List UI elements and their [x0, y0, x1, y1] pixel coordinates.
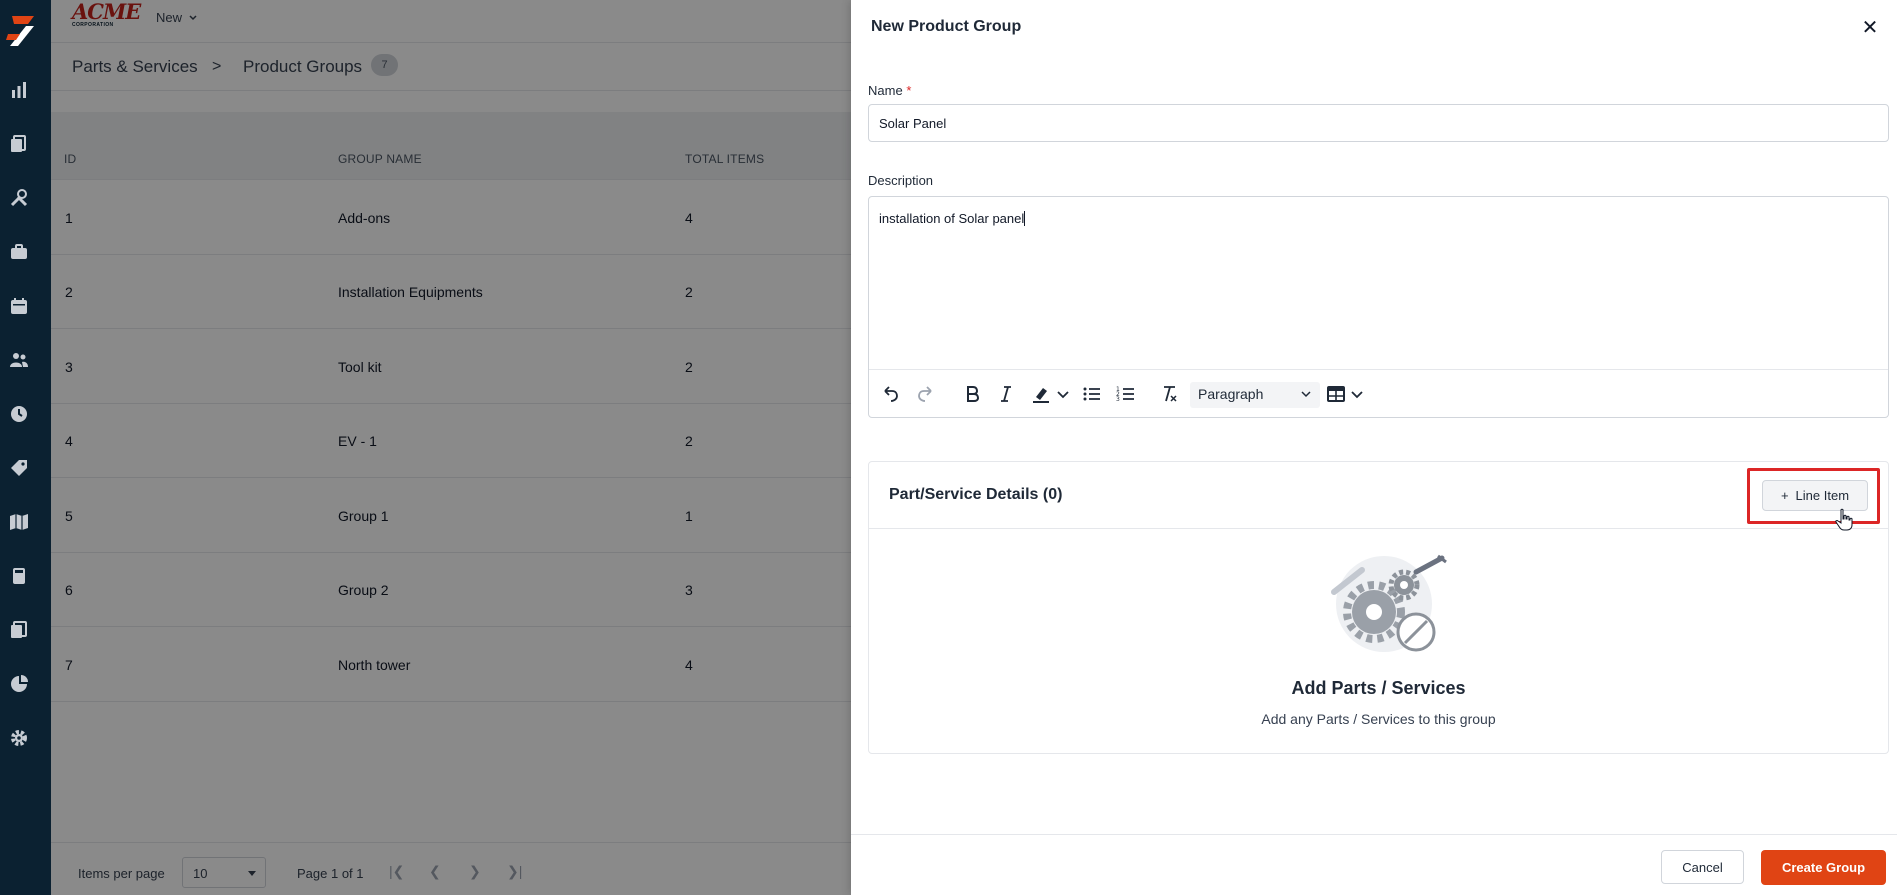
highlight-icon[interactable]: [1031, 383, 1051, 405]
editor-toolbar: 123 Paragraph: [869, 371, 1888, 418]
left-nav-rail: [0, 0, 51, 895]
details-header: Part/Service Details (0) + Line Item: [869, 462, 1888, 531]
required-mark: *: [906, 83, 912, 98]
chevron-down-icon: [1301, 391, 1311, 398]
redo-icon[interactable]: [916, 383, 936, 405]
tag-icon[interactable]: [9, 458, 29, 478]
add-line-item-button[interactable]: + Line Item: [1762, 480, 1868, 511]
reports-icon[interactable]: [9, 620, 29, 640]
documents-icon[interactable]: [9, 134, 29, 154]
block-format-select[interactable]: Paragraph: [1190, 382, 1320, 408]
calendar-icon[interactable]: [9, 296, 29, 316]
parts-services-illustration-icon: [1331, 554, 1447, 652]
briefcase-icon[interactable]: [9, 242, 29, 262]
description-textarea[interactable]: installation of Solar panel: [869, 197, 1888, 370]
new-product-group-drawer: New Product Group ✕ Name * Description i…: [851, 0, 1897, 895]
details-title: Part/Service Details (0): [889, 486, 1063, 503]
highlight-chevron-down-icon[interactable]: [1053, 383, 1073, 405]
settings-icon[interactable]: [9, 728, 29, 748]
modal-overlay[interactable]: [51, 0, 902, 895]
description-text: installation of Solar panel: [879, 211, 1025, 226]
pie-chart-icon[interactable]: [9, 674, 29, 694]
name-label: Name *: [868, 83, 911, 98]
svg-text:3: 3: [1116, 396, 1120, 403]
logo-icon[interactable]: [4, 12, 38, 48]
map-icon[interactable]: [9, 512, 29, 532]
table-chevron-down-icon[interactable]: [1347, 383, 1367, 405]
italic-icon[interactable]: [996, 383, 1016, 405]
undo-icon[interactable]: [880, 383, 900, 405]
clear-formatting-icon[interactable]: [1159, 383, 1179, 405]
line-item-label: Line Item: [1795, 488, 1850, 503]
hand-pointer-cursor-icon: [1835, 508, 1853, 531]
create-group-button[interactable]: Create Group: [1761, 850, 1886, 885]
text-caret: [1024, 211, 1026, 226]
drawer-footer: Cancel Create Group: [851, 834, 1897, 895]
plus-icon: +: [1780, 488, 1789, 503]
bullet-list-icon[interactable]: [1082, 383, 1102, 405]
clock-icon[interactable]: [9, 404, 29, 424]
calculator-icon[interactable]: [9, 566, 29, 586]
description-editor: installation of Solar panel 1 2 3 Paragr…: [868, 196, 1889, 418]
empty-state-subtitle: Add any Parts / Services to this group: [1261, 711, 1496, 727]
bold-icon[interactable]: [962, 383, 982, 405]
users-icon[interactable]: [9, 350, 29, 370]
dashboard-icon[interactable]: [9, 80, 29, 100]
name-label-text: Name: [868, 83, 903, 98]
cancel-button[interactable]: Cancel: [1661, 850, 1744, 884]
close-icon[interactable]: ✕: [1859, 16, 1881, 39]
part-service-details-panel: Part/Service Details (0) + Line Item Add…: [868, 461, 1889, 754]
empty-state-title: Add Parts / Services: [1291, 678, 1466, 698]
name-input[interactable]: [868, 104, 1889, 142]
description-label: Description: [868, 173, 934, 188]
drawer-title: New Product Group: [871, 18, 1022, 35]
table-icon[interactable]: [1326, 383, 1346, 405]
numbered-list-icon[interactable]: 123: [1116, 383, 1136, 405]
tools-icon[interactable]: [9, 188, 29, 208]
block-format-value: Paragraph: [1198, 386, 1264, 402]
